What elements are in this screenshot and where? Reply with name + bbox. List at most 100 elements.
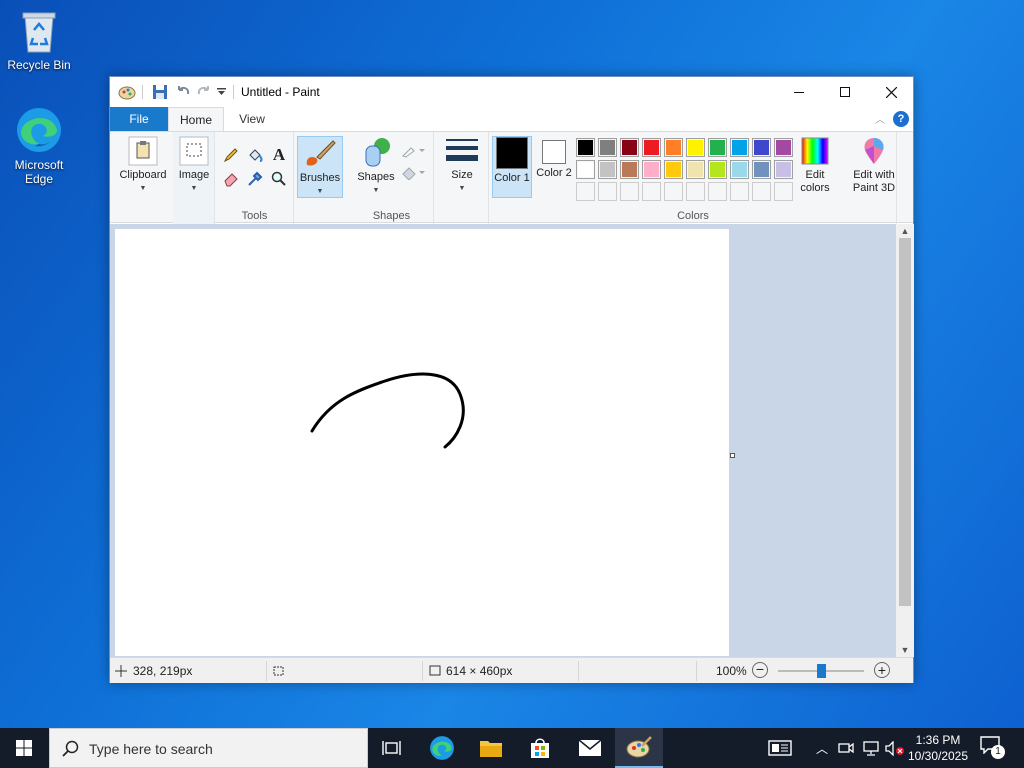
text-icon: A bbox=[272, 145, 286, 164]
zoom-in-button[interactable]: + bbox=[874, 662, 890, 678]
palette-empty-swatch[interactable] bbox=[576, 182, 595, 201]
edit-colors-button[interactable]: Edit colors bbox=[796, 136, 834, 195]
palette-swatch[interactable] bbox=[576, 160, 595, 179]
group-tools: A Tools bbox=[216, 132, 294, 224]
palette-swatch[interactable] bbox=[730, 138, 749, 157]
shapes-icon bbox=[365, 138, 390, 167]
palette-swatch[interactable] bbox=[774, 160, 793, 179]
palette-empty-swatch[interactable] bbox=[664, 182, 683, 201]
edit-with-paint3d-button[interactable]: Edit with Paint 3D bbox=[848, 136, 900, 195]
show-hidden-icons-icon[interactable]: ︿ bbox=[816, 740, 828, 757]
palette-empty-swatch[interactable] bbox=[708, 182, 727, 201]
search-box[interactable]: Type here to search bbox=[49, 728, 368, 768]
chevron-down-icon: ▼ bbox=[190, 185, 198, 192]
maximize-icon bbox=[840, 87, 850, 97]
palette-swatch[interactable] bbox=[642, 160, 661, 179]
zoom-level: 100% bbox=[716, 664, 747, 678]
palette-swatch[interactable] bbox=[686, 138, 705, 157]
desktop-icon-recycle-bin[interactable]: Recycle Bin bbox=[1, 8, 77, 72]
palette-swatch[interactable] bbox=[686, 160, 705, 179]
eraser-tool[interactable] bbox=[220, 168, 242, 190]
color-picker-tool[interactable] bbox=[244, 168, 266, 190]
palette-swatch[interactable] bbox=[708, 138, 727, 157]
palette-empty-swatch[interactable] bbox=[774, 182, 793, 201]
palette-swatch[interactable] bbox=[664, 160, 683, 179]
palette-swatch[interactable] bbox=[730, 160, 749, 179]
start-button[interactable] bbox=[0, 728, 48, 768]
taskbar-file-explorer[interactable] bbox=[467, 728, 515, 768]
palette-empty-swatch[interactable] bbox=[642, 182, 661, 201]
paint3d-icon bbox=[864, 138, 884, 164]
palette-swatch[interactable] bbox=[752, 138, 771, 157]
vertical-scrollbar[interactable]: ▲ ▼ bbox=[896, 224, 914, 657]
palette-swatch[interactable] bbox=[752, 160, 771, 179]
undo-icon[interactable] bbox=[175, 84, 191, 100]
scroll-up-icon[interactable]: ▲ bbox=[896, 226, 914, 236]
tab-file[interactable]: File bbox=[110, 107, 168, 131]
zoom-out-button[interactable]: − bbox=[752, 662, 768, 678]
taskbar-paint[interactable] bbox=[615, 728, 663, 768]
minimize-button[interactable] bbox=[776, 77, 822, 107]
clipboard-button[interactable]: Clipboard ▼ bbox=[116, 136, 170, 195]
palette-swatch[interactable] bbox=[598, 160, 617, 179]
magnifier-tool[interactable] bbox=[268, 168, 290, 190]
scroll-down-icon[interactable]: ▼ bbox=[896, 645, 914, 655]
save-icon[interactable] bbox=[152, 84, 168, 100]
outline-dropdown[interactable] bbox=[400, 140, 426, 162]
palette-swatch[interactable] bbox=[774, 138, 793, 157]
image-button[interactable]: Image ▼ bbox=[175, 136, 213, 195]
ribbon: Clipboard ▼ Image ▼ A Tools Brushes ▼ Sh… bbox=[110, 131, 913, 224]
palette-swatch[interactable] bbox=[620, 138, 639, 157]
palette-empty-swatch[interactable] bbox=[620, 182, 639, 201]
redo-icon[interactable] bbox=[196, 84, 212, 100]
volume-muted-icon[interactable] bbox=[885, 741, 905, 756]
mail-icon bbox=[578, 739, 602, 756]
desktop-icon-edge[interactable]: Microsoft Edge bbox=[1, 106, 77, 186]
shapes-button[interactable]: Shapes ▼ bbox=[352, 136, 400, 197]
palette-swatch[interactable] bbox=[620, 160, 639, 179]
news-widget-button[interactable] bbox=[756, 728, 804, 768]
color2-button[interactable]: Color 2 bbox=[536, 136, 572, 180]
search-placeholder: Type here to search bbox=[89, 741, 213, 757]
tab-home[interactable]: Home bbox=[168, 107, 224, 131]
resize-handle[interactable] bbox=[730, 453, 735, 458]
fill-dropdown[interactable] bbox=[400, 162, 426, 184]
network-icon[interactable] bbox=[862, 741, 880, 756]
meet-now-icon[interactable] bbox=[838, 741, 854, 755]
edit-paint3d-label: Edit with Paint 3D bbox=[852, 169, 896, 194]
close-button[interactable] bbox=[868, 77, 914, 107]
palette-empty-swatch[interactable] bbox=[752, 182, 771, 201]
zoom-slider[interactable] bbox=[778, 664, 864, 678]
taskbar: Type here to search ︿ 1:36 PM 10/30/2025… bbox=[0, 728, 1024, 768]
tab-view[interactable]: View bbox=[228, 107, 276, 131]
clock[interactable]: 1:36 PM 10/30/2025 bbox=[905, 732, 971, 764]
collapse-ribbon-icon[interactable]: ︿ bbox=[875, 111, 885, 126]
text-tool[interactable]: A bbox=[268, 144, 290, 166]
action-center-button[interactable]: 1 bbox=[980, 736, 1008, 760]
maximize-button[interactable] bbox=[822, 77, 868, 107]
brushes-button[interactable]: Brushes ▼ bbox=[297, 136, 343, 198]
drawing-canvas[interactable] bbox=[115, 229, 729, 656]
help-icon[interactable]: ? bbox=[893, 111, 909, 127]
fill-tool[interactable] bbox=[244, 144, 266, 166]
palette-swatch[interactable] bbox=[664, 138, 683, 157]
palette-swatch[interactable] bbox=[642, 138, 661, 157]
palette-swatch[interactable] bbox=[576, 138, 595, 157]
color1-button[interactable]: Color 1 bbox=[492, 136, 532, 198]
task-view-button[interactable] bbox=[368, 728, 416, 768]
size-button[interactable]: Size ▼ bbox=[439, 136, 485, 195]
pencil-tool[interactable] bbox=[220, 144, 242, 166]
palette-empty-swatch[interactable] bbox=[598, 182, 617, 201]
taskbar-edge[interactable] bbox=[418, 728, 466, 768]
folder-icon bbox=[480, 741, 502, 757]
palette-empty-swatch[interactable] bbox=[730, 182, 749, 201]
scroll-thumb[interactable] bbox=[899, 238, 911, 606]
desktop-icon-label: Microsoft Edge bbox=[14, 158, 64, 186]
customize-qa-dropdown-icon[interactable] bbox=[217, 88, 226, 96]
palette-swatch[interactable] bbox=[598, 138, 617, 157]
taskbar-store[interactable] bbox=[516, 728, 564, 768]
taskbar-mail[interactable] bbox=[566, 728, 614, 768]
zoom-slider-thumb[interactable] bbox=[816, 664, 826, 678]
palette-swatch[interactable] bbox=[708, 160, 727, 179]
palette-empty-swatch[interactable] bbox=[686, 182, 705, 201]
